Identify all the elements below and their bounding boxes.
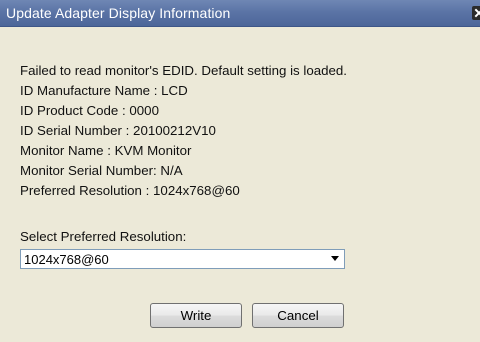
close-button[interactable] bbox=[472, 6, 480, 20]
preferred-resolution-line: Preferred Resolution : 1024x768@60 bbox=[20, 183, 240, 198]
monitor-name-line: Monitor Name : KVM Monitor bbox=[20, 143, 192, 158]
update-adapter-dialog: Update Adapter Display Information Faile… bbox=[0, 0, 480, 342]
resolution-select-value: 1024x768@60 bbox=[24, 252, 109, 267]
title-bar[interactable]: Update Adapter Display Information bbox=[0, 0, 480, 27]
cancel-button[interactable]: Cancel bbox=[252, 303, 344, 328]
edid-error-message: Failed to read monitor's EDID. Default s… bbox=[20, 63, 347, 78]
close-icon bbox=[472, 6, 480, 20]
resolution-select[interactable]: 1024x768@60 bbox=[20, 249, 345, 269]
resolution-select-label: Select Preferred Resolution: bbox=[20, 229, 187, 244]
manufacture-name-line: ID Manufacture Name : LCD bbox=[20, 83, 188, 98]
serial-number-line: ID Serial Number : 20100212V10 bbox=[20, 123, 216, 138]
chevron-down-icon[interactable] bbox=[331, 256, 339, 261]
window-title: Update Adapter Display Information bbox=[6, 5, 231, 21]
monitor-serial-line: Monitor Serial Number: N/A bbox=[20, 163, 183, 178]
write-button[interactable]: Write bbox=[150, 303, 242, 328]
info-section: Failed to read monitor's EDID. Default s… bbox=[20, 61, 480, 201]
product-code-line: ID Product Code : 0000 bbox=[20, 103, 159, 118]
